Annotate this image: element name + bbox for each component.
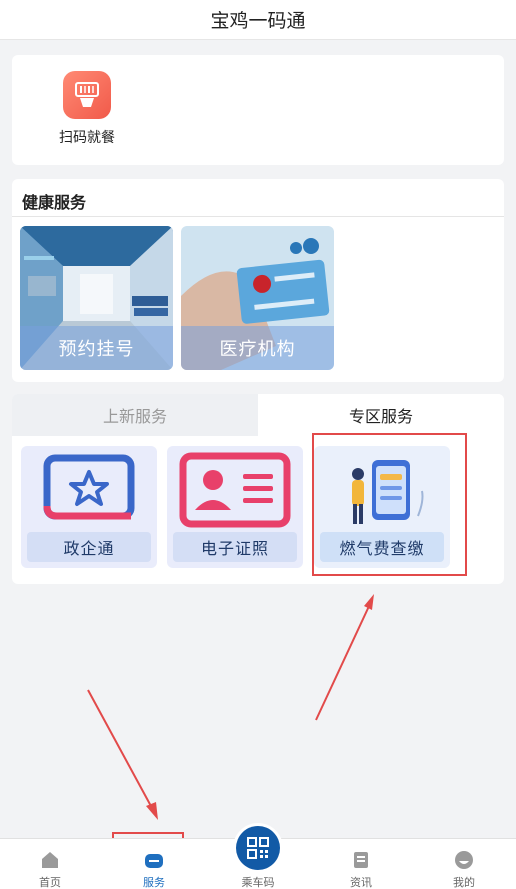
page-title: 宝鸡一码通: [210, 10, 306, 32]
tab-home-label: 首页: [39, 876, 61, 889]
e-license-label: 电子证照: [173, 532, 297, 562]
ride-code-button[interactable]: [233, 823, 283, 873]
tab-services-label: 服务: [143, 876, 165, 889]
health-services-title: 健康服务: [22, 193, 87, 212]
profile-icon: [452, 848, 476, 872]
tab-mine-label: 我的: [453, 876, 475, 889]
gas-bill-service[interactable]: 燃气费查缴: [314, 446, 450, 568]
tab-mine[interactable]: 我的: [424, 839, 504, 889]
appointment-label: 预约挂号: [20, 326, 173, 370]
medical-institution-tile[interactable]: 医疗机构: [181, 226, 334, 370]
home-icon: [38, 848, 62, 872]
scan-to-dine-button[interactable]: 扫码就餐: [42, 71, 132, 147]
qr-code-icon: [236, 826, 280, 870]
medical-institution-label: 医疗机构: [181, 326, 334, 370]
divider: [12, 216, 504, 217]
health-services-card: 健康服务 预约挂号 医疗机构: [12, 179, 504, 382]
app-header: 宝鸡一码通: [0, 0, 516, 40]
gov-enterprise-label: 政企通: [27, 532, 151, 562]
appointment-tile[interactable]: 预约挂号: [20, 226, 173, 370]
tab-news-label: 资讯: [350, 876, 372, 889]
scan-to-dine-label: 扫码就餐: [59, 130, 115, 146]
quick-actions-card: 扫码就餐: [12, 55, 504, 165]
tab-home[interactable]: 首页: [10, 839, 90, 889]
e-license-service[interactable]: 电子证照: [167, 446, 303, 568]
tab-new-services[interactable]: 上新服务: [12, 394, 258, 436]
services-card: 上新服务 专区服务 政企通 电子证照 燃气费查缴: [12, 394, 504, 584]
tab-zone-services[interactable]: 专区服务: [258, 394, 504, 436]
gov-enterprise-service[interactable]: 政企通: [21, 446, 157, 568]
tab-services[interactable]: 服务: [114, 839, 194, 889]
tab-ride-code-label: 乘车码: [241, 876, 275, 889]
gas-bill-label: 燃气费查缴: [320, 532, 444, 562]
briefcase-icon: [142, 848, 166, 872]
news-icon: [349, 848, 373, 872]
tab-news[interactable]: 资讯: [321, 839, 401, 889]
barcode-scan-icon: [63, 71, 111, 119]
